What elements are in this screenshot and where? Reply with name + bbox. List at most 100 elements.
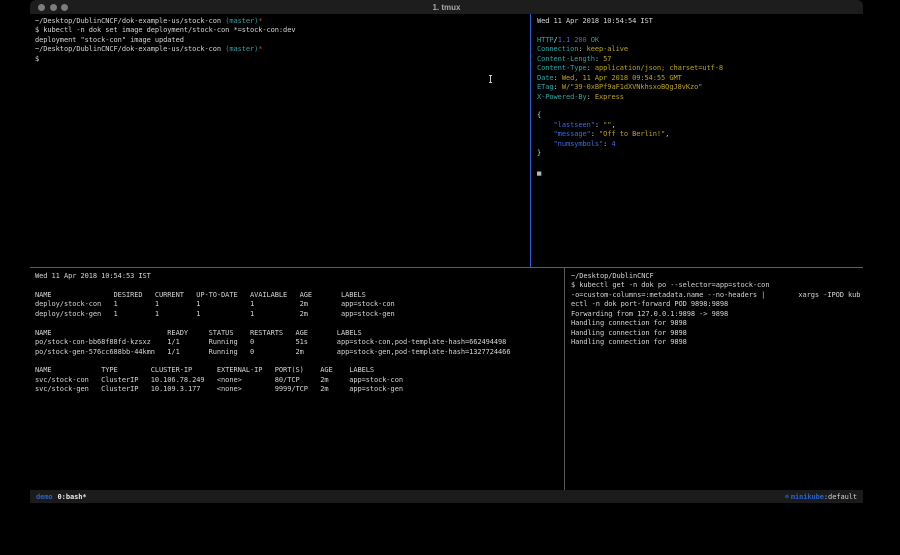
terminal-text: (master) — [225, 45, 258, 53]
terminal-text: : — [587, 93, 595, 101]
terminal-line: NAME TYPE CLUSTER-IP EXTERNAL-IP PORT(S)… — [35, 366, 560, 375]
pane-divider-vertical-bottom[interactable] — [564, 268, 565, 490]
terminal-text: , — [665, 130, 669, 138]
terminal-line — [35, 357, 560, 366]
terminal-text: Content-Type — [537, 64, 587, 72]
terminal-line: ectl -n dok port-forward POD 9898:9898 — [571, 300, 861, 309]
terminal-text: "lastseen" — [554, 121, 595, 129]
pane-bottom-right-port-forward[interactable]: ~/Desktop/DublinCNCF$ kubectl get -n dok… — [571, 272, 861, 348]
terminal-text — [537, 121, 554, 129]
terminal-text: W/"39-0xBPf9aF1dXVNkhsxoBQgJ8vKzo" — [562, 83, 703, 91]
minimize-button[interactable] — [50, 4, 57, 11]
terminal-text: NAME DESIRED CURRENT UP-TO-DATE AVAILABL… — [35, 291, 366, 299]
terminal-text: Handling connection for 9898 — [571, 319, 687, 327]
terminal-line: po/stock-con-bb68f88fd-kzsxz 1/1 Running… — [35, 338, 560, 347]
terminal-text: Handling connection for 9898 — [571, 338, 687, 346]
terminal-text: ectl -n dok port-forward POD 9898:9898 — [571, 300, 728, 308]
terminal-line: Content-Type: application/json; charset=… — [537, 64, 859, 73]
terminal-line: Wed 11 Apr 2018 10:54:53 IST — [35, 272, 560, 281]
terminal-line: NAME READY STATUS RESTARTS AGE LABELS — [35, 329, 560, 338]
pane-top-right-http-response[interactable]: Wed 11 Apr 2018 10:54:54 IST HTTP/1.1 20… — [537, 17, 859, 177]
terminal-line: $ kubectl get -n dok po --selector=app=s… — [571, 281, 861, 290]
terminal-text: 57 — [603, 55, 611, 63]
terminal-line: ETag: W/"39-0xBPf9aF1dXVNkhsxoBQgJ8vKzo" — [537, 83, 859, 92]
traffic-lights — [38, 4, 68, 11]
kube-namespace: :default — [824, 493, 857, 501]
terminal-text: ~/Desktop/DublinCNCF/dok-example-us/stoc… — [35, 45, 225, 53]
window-titlebar: 1. tmux — [30, 0, 863, 14]
terminal-text: Express — [595, 93, 624, 101]
terminal-line: { — [537, 111, 859, 120]
terminal-line: -o=custom-columns=:metadata.name --no-he… — [571, 291, 861, 300]
terminal-line: NAME DESIRED CURRENT UP-TO-DATE AVAILABL… — [35, 291, 560, 300]
terminal-line: deploy/stock-con 1 1 1 1 2m app=stock-co… — [35, 300, 560, 309]
terminal-text: ~/Desktop/DublinCNCF/dok-example-us/stoc… — [35, 17, 225, 25]
terminal-text: } — [537, 149, 541, 157]
session-name: demo — [36, 493, 53, 501]
terminal-line: ~/Desktop/DublinCNCF — [571, 272, 861, 281]
terminal-text: : — [554, 83, 562, 91]
kubernetes-icon: ☸ — [785, 493, 789, 501]
status-left: demo 0:bash* — [36, 493, 87, 501]
terminal-text: "message" — [554, 130, 591, 138]
terminal-text: Wed, 11 Apr 2018 09:54:55 GMT — [562, 74, 682, 82]
terminal-text: "Off to Berlin!" — [599, 130, 665, 138]
terminal-line: deploy/stock-gen 1 1 1 1 2m app=stock-ge… — [35, 310, 560, 319]
terminal-text: keep-alive — [587, 45, 628, 53]
terminal-text: { — [537, 111, 541, 119]
terminal-text: : — [554, 74, 562, 82]
terminal-text — [537, 140, 554, 148]
terminal-line: Handling connection for 9898 — [571, 338, 861, 347]
terminal-text: NAME READY STATUS RESTARTS AGE LABELS — [35, 329, 362, 337]
terminal-line: "numsymbols": 4 — [537, 140, 859, 149]
terminal-text: Handling connection for 9898 — [571, 329, 687, 337]
terminal-line: ~/Desktop/DublinCNCF/dok-example-us/stoc… — [35, 17, 525, 26]
pane-bottom-left-kubectl-watch[interactable]: Wed 11 Apr 2018 10:54:53 IST NAME DESIRE… — [35, 272, 560, 395]
pane-divider-horizontal-active[interactable] — [530, 267, 863, 268]
terminal-text: * — [258, 45, 262, 53]
terminal-text: svc/stock-gen ClusterIP 10.109.3.177 <no… — [35, 385, 403, 393]
terminal-text: * — [258, 17, 262, 25]
terminal-line: Content-Length: 57 — [537, 55, 859, 64]
terminal-line: X-Powered-By: Express — [537, 93, 859, 102]
close-button[interactable] — [38, 4, 45, 11]
terminal-text: Wed 11 Apr 2018 10:54:53 IST — [35, 272, 151, 280]
terminal-text: deployment "stock-con" image updated — [35, 36, 184, 44]
terminal-text: application/json; charset=utf-8 — [595, 64, 723, 72]
terminal-line: HTTP/1.1 200 OK — [537, 36, 859, 45]
pane-top-left-shell[interactable]: ~/Desktop/DublinCNCF/dok-example-us/stoc… — [35, 17, 525, 64]
zoom-button[interactable] — [61, 4, 68, 11]
terminal-line — [537, 26, 859, 35]
terminal-line: svc/stock-gen ClusterIP 10.109.3.177 <no… — [35, 385, 560, 394]
terminal-text: Forwarding from 127.0.0.1:9898 -> 9898 — [571, 310, 728, 318]
terminal-text: "numsymbols" — [554, 140, 604, 148]
terminal-text: HTTP — [537, 36, 554, 44]
active-window-label[interactable]: 0:bash* — [58, 493, 87, 501]
terminal-text: ETag — [537, 83, 554, 91]
status-right: ☸ minikube :default — [785, 493, 857, 501]
terminal-text: po/stock-gen-576cc688bb-44kmn 1/1 Runnin… — [35, 348, 510, 356]
terminal-line: "lastseen": "", — [537, 121, 859, 130]
terminal-text: 1.1 200 — [558, 36, 587, 44]
terminal-text — [537, 130, 554, 138]
terminal-line: Date: Wed, 11 Apr 2018 09:54:55 GMT — [537, 74, 859, 83]
terminal-text: : — [595, 121, 603, 129]
pane-divider-horizontal-left[interactable] — [30, 267, 530, 268]
terminal-text: $ — [35, 55, 39, 63]
terminal-text: (master) — [225, 17, 258, 25]
terminal-text: NAME TYPE CLUSTER-IP EXTERNAL-IP PORT(S)… — [35, 366, 374, 374]
terminal-line — [537, 159, 859, 168]
terminal-text: $ kubectl get -n dok po --selector=app=s… — [571, 281, 769, 289]
pane-divider-vertical-active[interactable] — [530, 14, 531, 267]
terminal-line: po/stock-gen-576cc688bb-44kmn 1/1 Runnin… — [35, 348, 560, 357]
terminal-line: "message": "Off to Berlin!", — [537, 130, 859, 139]
terminal-text: deploy/stock-con 1 1 1 1 2m app=stock-co… — [35, 300, 395, 308]
terminal-line: ~/Desktop/DublinCNCF/dok-example-us/stoc… — [35, 45, 525, 54]
terminal-text: Date — [537, 74, 554, 82]
terminal-cursor: ▄ — [537, 168, 541, 176]
terminal-text: -o=custom-columns=:metadata.name --no-he… — [571, 291, 860, 299]
terminal-line — [35, 281, 560, 290]
terminal-line: Handling connection for 9898 — [571, 329, 861, 338]
tmux-terminal: ~/Desktop/DublinCNCF/dok-example-us/stoc… — [30, 14, 863, 490]
terminal-line: $ kubectl -n dok set image deployment/st… — [35, 26, 525, 35]
